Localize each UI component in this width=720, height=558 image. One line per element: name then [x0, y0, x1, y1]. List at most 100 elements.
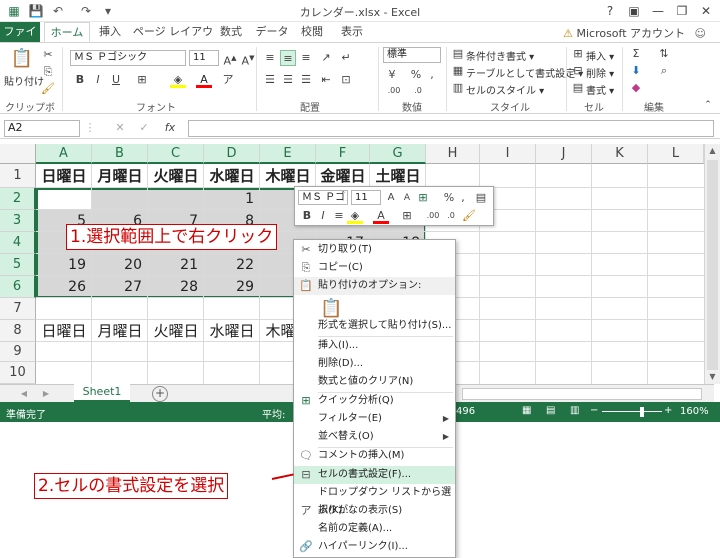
cell-B1[interactable]: 月曜日: [92, 164, 148, 188]
zoom-slider[interactable]: [602, 411, 662, 412]
row-header-8[interactable]: 8: [0, 320, 36, 342]
scroll-thumb[interactable]: [707, 160, 718, 370]
tab-page-layout[interactable]: ページ レイアウト: [130, 22, 216, 58]
cell-D1[interactable]: 水曜日: [204, 164, 260, 188]
increase-font-icon[interactable]: A▲: [222, 50, 238, 68]
fill-icon[interactable]: ⬇: [628, 63, 644, 79]
currency-icon[interactable]: ¥: [384, 67, 400, 83]
cell-F1[interactable]: 金曜日: [316, 164, 370, 188]
mini-bold-icon[interactable]: B: [299, 208, 315, 224]
sheet-tab-sheet1[interactable]: Sheet1: [74, 384, 130, 402]
mini-size-select[interactable]: 11: [351, 190, 381, 205]
mini-borders-icon[interactable]: ⊞: [399, 208, 415, 224]
bold-icon[interactable]: B: [72, 72, 88, 88]
menu-item-sort[interactable]: 並べ替え(O) ▶: [294, 428, 455, 446]
column-header-D[interactable]: D: [204, 144, 260, 164]
font-size-select[interactable]: 11: [189, 50, 219, 66]
zoom-thumb[interactable]: [640, 407, 644, 417]
cell-C8[interactable]: 火曜日: [148, 320, 204, 342]
column-header-F[interactable]: F: [316, 144, 370, 164]
merge-center-icon[interactable]: ⊡: [338, 72, 354, 88]
row-header-2[interactable]: 2: [0, 188, 36, 210]
mini-decrease-font-icon[interactable]: A: [399, 190, 415, 206]
orientation-icon[interactable]: ↗: [318, 50, 334, 66]
cell-B5[interactable]: 20: [92, 254, 148, 276]
font-name-select[interactable]: ＭＳ Ｐゴシック: [70, 50, 186, 66]
select-all-corner[interactable]: [0, 144, 36, 164]
menu-item-paste-special[interactable]: 形式を選択して貼り付け(S)...: [294, 317, 455, 335]
formula-options-icon[interactable]: ⋮: [82, 120, 98, 136]
sheet-prev-icon[interactable]: ◀: [16, 386, 32, 402]
cell-C6[interactable]: 28: [148, 276, 204, 298]
scroll-down-icon[interactable]: ▼: [705, 370, 720, 384]
vertical-scrollbar[interactable]: ▲ ▼: [704, 144, 720, 384]
column-header-K[interactable]: K: [592, 144, 648, 164]
tab-insert[interactable]: 挿入: [92, 22, 128, 42]
column-header-I[interactable]: I: [480, 144, 536, 164]
number-format-select[interactable]: 標準: [383, 47, 441, 63]
menu-item-phonetic[interactable]: アふりがなの表示(S): [294, 502, 455, 520]
mini-decrease-decimal-icon[interactable]: .0: [443, 208, 459, 224]
cut-icon[interactable]: ✂: [40, 47, 56, 63]
column-header-C[interactable]: C: [148, 144, 204, 164]
borders-icon[interactable]: ⊞: [134, 72, 150, 88]
paste-icon[interactable]: 📋: [10, 47, 34, 71]
mini-italic-icon[interactable]: I: [315, 208, 331, 224]
cell-E1[interactable]: 木曜日: [260, 164, 316, 188]
cell-G1[interactable]: 土曜日: [370, 164, 426, 188]
cell-D2[interactable]: 1: [204, 188, 260, 210]
format-cells-button[interactable]: 書式 ▾: [586, 82, 614, 97]
mini-increase-font-icon[interactable]: A: [383, 190, 399, 206]
mini-table-icon[interactable]: ▤: [473, 190, 489, 206]
ribbon-display-options-icon[interactable]: ▣: [624, 2, 644, 20]
mini-number-format-icon[interactable]: ⊞: [415, 190, 431, 206]
menu-item-copy[interactable]: ⎘ コピー(C): [294, 259, 455, 277]
add-sheet-button[interactable]: +: [152, 386, 168, 402]
column-header-E[interactable]: E: [260, 144, 316, 164]
row-header-7[interactable]: 7: [0, 298, 36, 320]
mini-font-select[interactable]: ＭＳ Ｐゴ: [298, 190, 348, 205]
mini-align-icon[interactable]: ≡: [331, 208, 347, 224]
cell-styles-button[interactable]: セルのスタイル ▾: [466, 82, 544, 97]
increase-decimal-icon[interactable]: .00: [386, 83, 402, 99]
row-header-1[interactable]: 1: [0, 164, 36, 188]
row-header-10[interactable]: 10: [0, 362, 36, 384]
column-header-H[interactable]: H: [426, 144, 480, 164]
underline-icon[interactable]: U: [108, 72, 124, 88]
collapse-ribbon-icon[interactable]: ⌃: [700, 97, 716, 113]
insert-cells-button[interactable]: 挿入 ▾: [586, 48, 614, 63]
tab-formulas[interactable]: 数式: [216, 22, 246, 42]
align-left-icon[interactable]: ☰: [262, 72, 278, 88]
format-painter-icon[interactable]: 🖌: [40, 81, 56, 97]
insert-function-icon[interactable]: fx: [162, 120, 178, 136]
percent-icon[interactable]: %: [408, 67, 424, 83]
menu-item-delete[interactable]: 削除(D)...: [294, 355, 455, 373]
active-cell-A2[interactable]: [38, 190, 92, 210]
comma-icon[interactable]: ,: [424, 67, 440, 83]
phonetic-icon[interactable]: ア: [220, 72, 236, 88]
cell-A5[interactable]: 19: [36, 254, 92, 276]
align-right-icon[interactable]: ☰: [298, 72, 314, 88]
zoom-out-icon[interactable]: −: [590, 405, 598, 416]
autosum-icon[interactable]: Σ: [628, 46, 644, 62]
menu-item-filter[interactable]: フィルター(E) ▶: [294, 410, 455, 428]
row-header-5[interactable]: 5: [0, 254, 36, 276]
row-header-4[interactable]: 4: [0, 232, 36, 254]
help-button[interactable]: ?: [600, 2, 620, 20]
sort-filter-icon[interactable]: ⇅: [656, 46, 672, 62]
mini-format-painter-icon[interactable]: 🖌: [461, 208, 477, 224]
mini-increase-decimal-icon[interactable]: .00: [425, 208, 441, 224]
name-box[interactable]: A2: [4, 120, 80, 137]
tab-data[interactable]: データ: [254, 22, 290, 42]
page-break-view-icon[interactable]: ▥: [570, 405, 579, 416]
delete-cells-button[interactable]: 削除 ▾: [586, 65, 614, 80]
cell-A6[interactable]: 26: [36, 276, 92, 298]
find-select-icon[interactable]: ⌕: [656, 63, 672, 79]
menu-item-define-name[interactable]: 名前の定義(A)...: [294, 520, 455, 538]
scroll-up-icon[interactable]: ▲: [705, 144, 720, 158]
column-header-G[interactable]: G: [370, 144, 426, 164]
sheet-next-icon[interactable]: ▶: [38, 386, 54, 402]
tab-review[interactable]: 校閲: [294, 22, 330, 42]
menu-item-dropdown-list[interactable]: ドロップダウン リストから選択(K)...: [294, 484, 455, 516]
mini-comma-icon[interactable]: ,: [455, 190, 471, 206]
